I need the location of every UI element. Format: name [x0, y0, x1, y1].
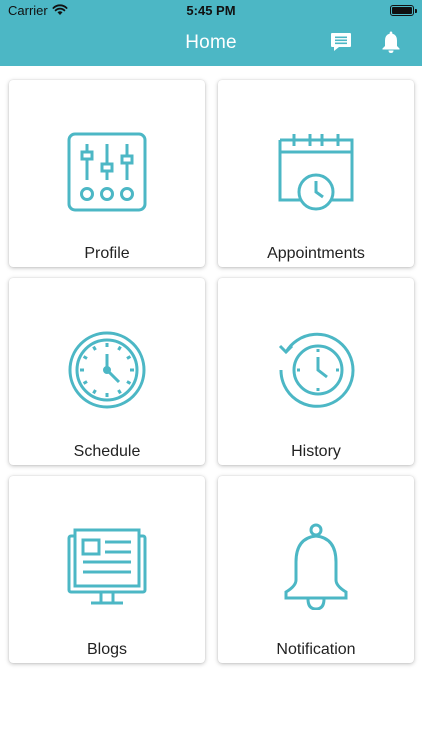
tile-profile[interactable]: Profile	[9, 80, 205, 267]
tile-label: Appointments	[267, 245, 365, 262]
bell-icon[interactable]	[381, 30, 401, 54]
battery-icon	[390, 5, 417, 16]
calendar-clock-icon	[278, 134, 354, 211]
tile-label: Notification	[276, 641, 356, 658]
tile-label: Schedule	[73, 443, 141, 460]
nav-bar: Home	[0, 22, 422, 66]
tile-label: History	[291, 443, 341, 460]
bell-icon	[284, 523, 348, 610]
clock-time: 5:45 PM	[186, 3, 236, 18]
clock-icon	[68, 331, 146, 409]
tile-blogs[interactable]: Blogs	[9, 476, 205, 663]
chat-icon[interactable]	[330, 31, 352, 53]
sliders-icon	[67, 132, 147, 212]
tile-label: Blogs	[86, 641, 128, 658]
tile-appointments[interactable]: Appointments	[218, 80, 414, 267]
status-bar: Carrier 5:45 PM	[0, 0, 422, 22]
tile-label: Profile	[84, 245, 130, 262]
history-icon	[278, 332, 355, 408]
monitor-article-icon	[67, 528, 147, 605]
tile-schedule[interactable]: Schedule	[9, 278, 205, 465]
tile-notification[interactable]: Notification	[218, 476, 414, 663]
tile-history[interactable]: History	[218, 278, 414, 465]
page-title: Home	[185, 32, 237, 53]
